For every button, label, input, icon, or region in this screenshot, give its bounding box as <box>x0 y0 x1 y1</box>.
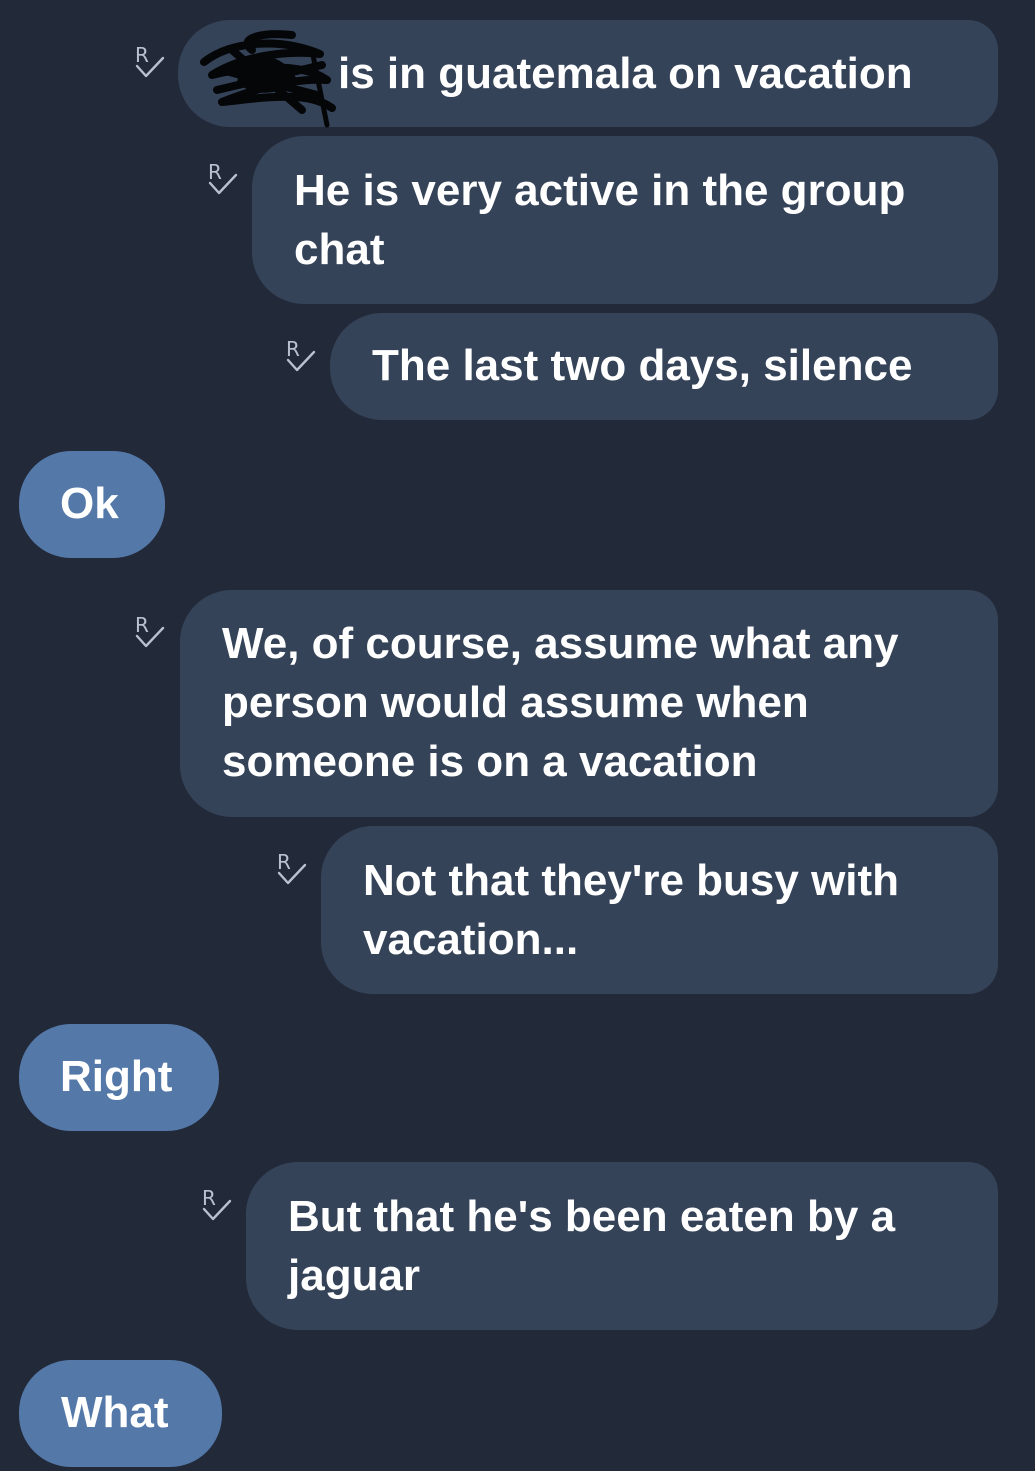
message-bubble-sent[interactable]: Ok <box>19 451 165 558</box>
message-bubble-received[interactable]: Not that they're busy with vacation... <box>321 826 998 994</box>
message-bubble-received[interactable]: We, of course, assume what any person wo… <box>180 590 998 817</box>
message-bubble-received[interactable]: But that he's been eaten by a jaguar <box>246 1162 998 1330</box>
read-receipt-icon: R <box>275 849 309 889</box>
message-text: The last two days, silence <box>372 341 913 390</box>
message-text: He is very active in the group chat <box>294 166 918 274</box>
svg-text:R: R <box>208 160 222 184</box>
read-receipt-icon: R <box>200 1185 234 1225</box>
message-text: is in guatemala on vacation <box>338 49 913 98</box>
read-receipt-icon: R <box>133 42 167 82</box>
svg-text:R: R <box>277 850 291 874</box>
svg-text:R: R <box>135 613 149 637</box>
message-bubble-sent[interactable]: What <box>19 1360 222 1467</box>
message-text: Not that they're busy with vacation... <box>363 856 912 964</box>
svg-text:R: R <box>202 1186 216 1210</box>
read-receipt-icon: R <box>133 612 167 652</box>
message-text: But that he's been eaten by a jaguar <box>288 1192 908 1300</box>
message-bubble-sent[interactable]: Right <box>19 1024 219 1131</box>
message-text: Ok <box>60 479 119 528</box>
message-text: Right <box>60 1052 173 1101</box>
message-text: We, of course, assume what any person wo… <box>222 619 911 786</box>
svg-text:R: R <box>135 43 149 67</box>
message-text: What <box>61 1388 169 1437</box>
message-bubble-received[interactable]: He is very active in the group chat <box>252 136 998 304</box>
read-receipt-icon: R <box>284 336 318 376</box>
read-receipt-icon: R <box>206 159 240 199</box>
message-bubble-received[interactable]: The last two days, silence <box>330 313 998 420</box>
svg-text:R: R <box>286 337 300 361</box>
redaction-scribble <box>200 30 336 128</box>
